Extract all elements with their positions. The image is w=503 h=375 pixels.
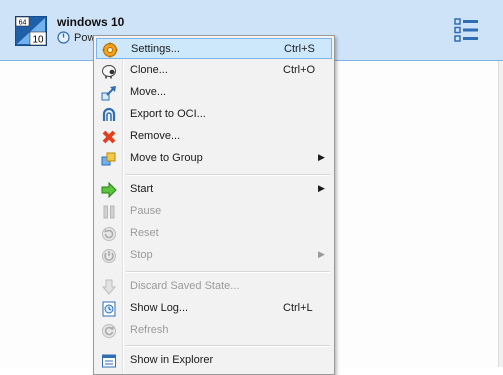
- green-arrow-icon: [101, 182, 117, 198]
- menu-item-clone[interactable]: Clone... Ctrl+O: [96, 60, 332, 81]
- menu-item-label: Discard Saved State...: [130, 280, 240, 292]
- context-menu: Settings... Ctrl+S Clone... Ctrl+O Move.…: [93, 35, 335, 375]
- submenu-arrow-icon: ▶: [318, 183, 325, 193]
- menu-separator: [126, 271, 330, 273]
- menu-item-stop[interactable]: Stop ▶: [96, 245, 332, 266]
- submenu-arrow-icon: ▶: [318, 152, 325, 162]
- menu-item-shortcut: Ctrl+S: [284, 43, 315, 55]
- menu-item-shortcut: Ctrl+O: [283, 64, 316, 76]
- move-icon: [101, 86, 116, 101]
- menu-item-show-in-explorer[interactable]: Show in Explorer: [96, 350, 332, 371]
- menu-item-label: Pause: [130, 205, 162, 217]
- power-state-icon: [57, 31, 70, 44]
- menu-item-label: Start: [130, 183, 154, 195]
- menu-item-label: Stop: [130, 249, 153, 261]
- menu-item-label: Settings...: [131, 43, 180, 55]
- os-badge-top: 64: [19, 20, 27, 27]
- gear-icon: [102, 42, 118, 58]
- reset-icon: [102, 227, 116, 241]
- windows-os-icon: 64 10: [15, 16, 47, 46]
- menu-item-pause[interactable]: Pause: [96, 201, 332, 222]
- menu-item-label: Move...: [130, 86, 167, 98]
- refresh-icon: [102, 324, 116, 338]
- pause-icon: [103, 205, 115, 219]
- os-badge-bottom: 10: [32, 35, 44, 46]
- menu-item-discard-saved-state[interactable]: Discard Saved State...: [96, 276, 332, 297]
- discard-icon: [101, 279, 117, 295]
- menu-item-label: Reset: [130, 227, 159, 239]
- menu-item-label: Clone...: [130, 64, 168, 76]
- submenu-arrow-icon: ▶: [318, 249, 325, 259]
- menu-item-move[interactable]: Move...: [96, 82, 332, 103]
- menu-item-export-oci[interactable]: Export to OCI...: [96, 104, 332, 125]
- menu-item-label: Remove...: [130, 130, 181, 142]
- menu-item-shortcut: Ctrl+L: [283, 302, 313, 314]
- menu-item-reset[interactable]: Reset: [96, 223, 332, 244]
- menu-item-refresh[interactable]: Refresh: [96, 320, 332, 341]
- vm-name: windows 10: [57, 15, 125, 29]
- vm-state: Pow: [57, 31, 95, 44]
- cloud-export-icon: [102, 107, 116, 121]
- menu-item-show-log[interactable]: Show Log... Ctrl+L: [96, 298, 332, 319]
- menu-item-label: Move to Group: [130, 152, 203, 164]
- menu-item-remove[interactable]: Remove...: [96, 126, 332, 147]
- menu-separator: [126, 174, 330, 176]
- menu-item-start[interactable]: Start ▶: [96, 179, 332, 200]
- menu-item-move-to-group[interactable]: Move to Group ▶: [96, 148, 332, 169]
- menu-item-label: Export to OCI...: [130, 108, 206, 120]
- details-toggle-icon[interactable]: [454, 18, 480, 42]
- menu-item-settings[interactable]: Settings... Ctrl+S: [96, 38, 332, 59]
- red-x-icon: [102, 130, 116, 144]
- log-icon: [102, 301, 116, 317]
- menu-item-label: Show in Explorer: [130, 354, 214, 366]
- group-icon: [101, 152, 116, 166]
- sheep-icon: [102, 65, 116, 79]
- scrollbar[interactable]: [498, 61, 503, 367]
- menu-separator: [126, 345, 330, 347]
- power-icon: [102, 249, 116, 263]
- menu-item-label: Show Log...: [130, 302, 189, 314]
- menu-item-label: Refresh: [130, 324, 169, 336]
